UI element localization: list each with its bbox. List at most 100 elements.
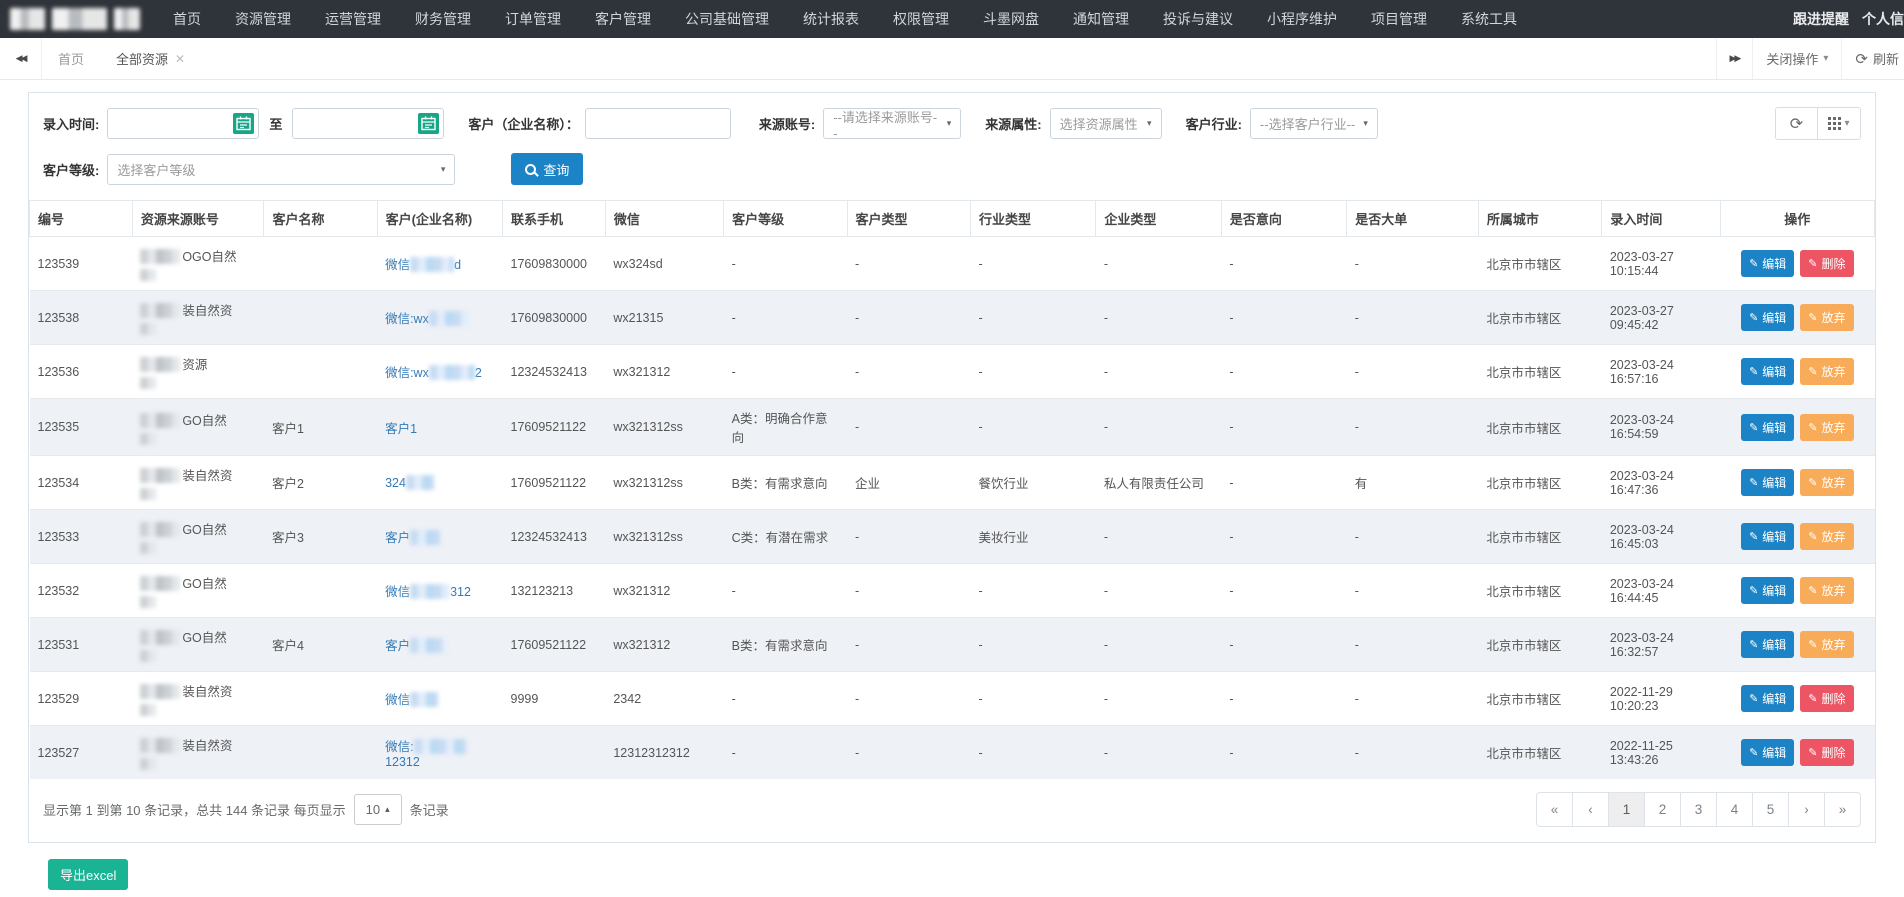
- nav-item[interactable]: 权限管理: [876, 9, 966, 29]
- cell-industry-type: -: [970, 399, 1095, 456]
- customer-level-select[interactable]: 选择客户等级 ▾: [107, 154, 455, 185]
- nav-item[interactable]: 订单管理: [488, 9, 578, 29]
- redacted-block: [140, 630, 180, 645]
- nav-item[interactable]: 小程序维护: [1250, 9, 1354, 29]
- customer-company-input[interactable]: [585, 108, 731, 139]
- nav-item[interactable]: 斗墨网盘: [966, 9, 1056, 29]
- page-button[interactable]: 5: [1752, 792, 1789, 827]
- abandon-button[interactable]: ✎放弃: [1800, 358, 1853, 385]
- table-row: 123539OGO自然微信d17609830000wx324sd------北京…: [30, 237, 1875, 291]
- redacted-block: [140, 684, 180, 699]
- company-link[interactable]: 微信d: [385, 258, 461, 272]
- edit-icon: ✎: [1749, 692, 1758, 705]
- page-nav-button[interactable]: «: [1536, 792, 1573, 827]
- delete-button[interactable]: ✎删除: [1800, 739, 1853, 766]
- company-link[interactable]: 微信:wx2: [385, 366, 482, 380]
- abandon-button[interactable]: ✎放弃: [1800, 523, 1853, 550]
- abandon-button-label: 放弃: [1822, 419, 1846, 436]
- page-nav-button[interactable]: ‹: [1572, 792, 1609, 827]
- nav-item[interactable]: 运营管理: [308, 9, 398, 29]
- cell-wechat: wx321312: [605, 564, 723, 618]
- columns-toggle-button[interactable]: ▾: [1818, 108, 1860, 139]
- company-link[interactable]: 微信: [385, 693, 438, 707]
- nav-item[interactable]: 统计报表: [786, 9, 876, 29]
- abandon-button[interactable]: ✎放弃: [1800, 631, 1853, 658]
- edit-icon: ✎: [1749, 584, 1758, 597]
- nav-item[interactable]: 财务管理: [398, 9, 488, 29]
- delete-button[interactable]: ✎删除: [1800, 685, 1853, 712]
- edit-button[interactable]: ✎编辑: [1741, 469, 1794, 496]
- cell-city: 北京市市辖区: [1478, 726, 1601, 780]
- company-link[interactable]: 微信:12312: [385, 740, 465, 769]
- nav-item[interactable]: 资源管理: [218, 9, 308, 29]
- company-link[interactable]: 客户: [385, 639, 446, 653]
- refresh-tab-button[interactable]: ⟳ 刷新: [1841, 38, 1904, 79]
- cell-wechat: wx321312ss: [605, 510, 723, 564]
- page-nav-button[interactable]: ›: [1788, 792, 1825, 827]
- search-button[interactable]: 查询: [511, 153, 583, 185]
- company-link[interactable]: 微信312: [385, 585, 471, 599]
- abandon-button-label: 放弃: [1822, 528, 1846, 545]
- edit-button[interactable]: ✎编辑: [1741, 358, 1794, 385]
- abandon-button[interactable]: ✎放弃: [1800, 577, 1853, 604]
- close-icon[interactable]: ✕: [175, 52, 185, 66]
- customer-level-label: 客户等级:: [43, 160, 99, 179]
- edit-icon: ✎: [1808, 257, 1817, 270]
- edit-button[interactable]: ✎编辑: [1741, 631, 1794, 658]
- edit-button[interactable]: ✎编辑: [1741, 685, 1794, 712]
- page-button[interactable]: 3: [1680, 792, 1717, 827]
- abandon-button-label: 放弃: [1822, 474, 1846, 491]
- edit-button[interactable]: ✎编辑: [1741, 304, 1794, 331]
- company-link-text: 微信: [385, 693, 410, 707]
- company-link[interactable]: 324: [385, 476, 434, 490]
- page-nav-button[interactable]: »: [1824, 792, 1861, 827]
- edit-icon: ✎: [1749, 476, 1758, 489]
- nav-item[interactable]: 首页: [156, 9, 218, 29]
- tab[interactable]: 全部资源✕: [100, 38, 201, 79]
- close-operations-dropdown[interactable]: 关闭操作 ▾: [1752, 38, 1841, 79]
- source-account-select[interactable]: --请选择来源账号-- ▾: [823, 108, 961, 139]
- delete-button[interactable]: ✎删除: [1800, 250, 1853, 277]
- edit-button[interactable]: ✎编辑: [1741, 577, 1794, 604]
- tabs-scroll-right-icon[interactable]: ▶▶: [1716, 38, 1753, 79]
- abandon-button[interactable]: ✎放弃: [1800, 414, 1853, 441]
- refresh-table-button[interactable]: ⟳: [1776, 108, 1818, 139]
- redacted-block: [429, 311, 469, 326]
- tab[interactable]: 首页: [42, 38, 100, 79]
- cell-id: 123534: [30, 456, 133, 510]
- nav-item[interactable]: 投诉与建议: [1146, 9, 1250, 29]
- page-size-select[interactable]: 10 ▴: [354, 794, 402, 825]
- tabs-scroll-left-icon[interactable]: ◀◀: [0, 38, 42, 79]
- nav-item[interactable]: 项目管理: [1354, 9, 1444, 29]
- calendar-icon[interactable]: [233, 113, 254, 134]
- abandon-button[interactable]: ✎放弃: [1800, 469, 1853, 496]
- redacted-block: [410, 584, 450, 599]
- chevron-down-icon: ▾: [947, 118, 952, 129]
- page-button[interactable]: 2: [1644, 792, 1681, 827]
- edit-button[interactable]: ✎编辑: [1741, 414, 1794, 441]
- nav-right-item[interactable]: 跟进提醒: [1793, 9, 1849, 29]
- nav-item[interactable]: 公司基础管理: [668, 9, 786, 29]
- cell-industry-type: -: [970, 291, 1095, 345]
- cell-actions: ✎编辑✎删除: [1720, 237, 1874, 291]
- nav-item[interactable]: 通知管理: [1056, 9, 1146, 29]
- cell-industry-type: 美妆行业: [970, 510, 1095, 564]
- delete-button-label: 删除: [1822, 744, 1846, 761]
- calendar-icon[interactable]: [418, 113, 439, 134]
- nav-item[interactable]: 客户管理: [578, 9, 668, 29]
- company-link[interactable]: 客户: [385, 531, 440, 545]
- company-link[interactable]: 微信:wx: [385, 312, 469, 326]
- page-button[interactable]: 4: [1716, 792, 1753, 827]
- source-attr-select[interactable]: 选择资源属性 ▾: [1050, 108, 1162, 139]
- page-button[interactable]: 1: [1608, 792, 1645, 827]
- customer-industry-select[interactable]: --选择客户行业-- ▾: [1250, 108, 1378, 139]
- cell-city: 北京市市辖区: [1478, 291, 1601, 345]
- nav-right-item[interactable]: 个人信息: [1862, 9, 1904, 29]
- edit-button[interactable]: ✎编辑: [1741, 250, 1794, 277]
- nav-item[interactable]: 系统工具: [1444, 9, 1534, 29]
- abandon-button[interactable]: ✎放弃: [1800, 304, 1853, 331]
- edit-button[interactable]: ✎编辑: [1741, 523, 1794, 550]
- company-link[interactable]: 客户1: [385, 422, 417, 436]
- edit-button[interactable]: ✎编辑: [1741, 739, 1794, 766]
- export-excel-button[interactable]: 导出excel: [48, 859, 128, 890]
